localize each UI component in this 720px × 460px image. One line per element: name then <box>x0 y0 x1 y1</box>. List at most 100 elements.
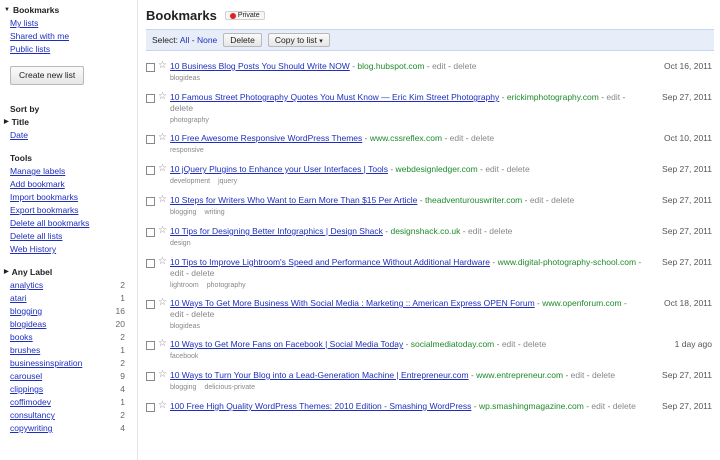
tool-delete-all-lists[interactable]: Delete all lists <box>10 231 62 241</box>
delete-link[interactable]: delete <box>170 103 193 113</box>
private-badge[interactable]: Private <box>224 11 265 20</box>
star-icon[interactable]: ☆ <box>158 298 167 308</box>
edit-link[interactable]: edit <box>468 226 482 236</box>
edit-link[interactable]: edit <box>432 61 446 71</box>
label-link[interactable]: atari <box>10 292 27 305</box>
delete-link[interactable]: delete <box>507 164 530 174</box>
delete-link[interactable]: delete <box>551 195 574 205</box>
star-icon[interactable]: ☆ <box>158 92 167 102</box>
any-label-header[interactable]: ▶ Any Label <box>4 266 133 279</box>
tool-manage-labels[interactable]: Manage labels <box>10 166 65 176</box>
tool-import-bookmarks[interactable]: Import bookmarks <box>10 192 78 202</box>
row-checkbox[interactable] <box>146 135 155 144</box>
label-link[interactable]: books <box>10 331 33 344</box>
row-checkbox[interactable] <box>146 403 155 412</box>
edit-link[interactable]: edit <box>170 309 184 319</box>
create-new-list-button[interactable]: Create new list <box>10 66 85 85</box>
link-shared-with-me[interactable]: Shared with me <box>10 31 69 41</box>
star-icon[interactable]: ☆ <box>158 226 167 236</box>
label-link[interactable]: carousel <box>10 370 42 383</box>
tag-label[interactable]: blogideas <box>170 323 200 330</box>
bookmarks-section-header[interactable]: ▼ Bookmarks <box>4 4 133 17</box>
delete-link[interactable]: delete <box>471 133 494 143</box>
label-link[interactable]: businessinspiration <box>10 357 82 370</box>
star-icon[interactable]: ☆ <box>158 164 167 174</box>
delete-link[interactable]: delete <box>592 370 615 380</box>
tool-delete-all-bookmarks[interactable]: Delete all bookmarks <box>10 218 89 228</box>
bookmark-title-link[interactable]: 10 Ways To Get More Business With Social… <box>170 298 535 308</box>
bookmark-title-link[interactable]: 10 jQuery Plugins to Enhance your User I… <box>170 164 388 174</box>
tag-label[interactable]: responsive <box>170 147 204 154</box>
label-link[interactable]: consultancy <box>10 409 55 422</box>
tag-label[interactable]: blogging <box>170 384 196 391</box>
row-checkbox[interactable] <box>146 166 155 175</box>
delete-link[interactable]: delete <box>523 339 546 349</box>
star-icon[interactable]: ☆ <box>158 401 167 411</box>
tool-export-bookmarks[interactable]: Export bookmarks <box>10 205 79 215</box>
star-icon[interactable]: ☆ <box>158 195 167 205</box>
tag-label[interactable]: blogideas <box>170 75 200 82</box>
row-checkbox[interactable] <box>146 372 155 381</box>
edit-link[interactable]: edit <box>591 401 605 411</box>
bookmark-title-link[interactable]: 10 Tips to Improve Lightroom's Speed and… <box>170 257 490 267</box>
row-checkbox[interactable] <box>146 228 155 237</box>
tag-label[interactable]: jquery <box>218 178 237 185</box>
delete-link[interactable]: delete <box>191 309 214 319</box>
bookmark-title-link[interactable]: 10 Ways to Get More Fans on Facebook | S… <box>170 339 403 349</box>
select-none-link[interactable]: None <box>197 35 217 45</box>
tag-label[interactable]: delicious-private <box>204 384 255 391</box>
tag-label[interactable]: photography <box>207 282 246 289</box>
edit-link[interactable]: edit <box>571 370 585 380</box>
tool-add-bookmark[interactable]: Add bookmark <box>10 179 65 189</box>
edit-link[interactable]: edit <box>502 339 516 349</box>
tag-label[interactable]: development <box>170 178 210 185</box>
delete-button[interactable]: Delete <box>223 33 262 47</box>
bookmark-title-link[interactable]: 10 Tips for Designing Better Infographic… <box>170 226 383 236</box>
star-icon[interactable]: ☆ <box>158 133 167 143</box>
row-checkbox[interactable] <box>146 197 155 206</box>
sort-option-date[interactable]: Date <box>10 130 28 140</box>
delete-link[interactable]: delete <box>613 401 636 411</box>
link-public-lists[interactable]: Public lists <box>10 44 50 54</box>
tag-label[interactable]: writing <box>204 209 224 216</box>
edit-link[interactable]: edit <box>485 164 499 174</box>
bookmark-title-link[interactable]: 10 Free Awesome Responsive WordPress The… <box>170 133 362 143</box>
delete-link[interactable]: delete <box>191 268 214 278</box>
star-icon[interactable]: ☆ <box>158 370 167 380</box>
row-checkbox[interactable] <box>146 94 155 103</box>
label-link[interactable]: analytics <box>10 279 43 292</box>
label-link[interactable]: coffimodev <box>10 396 51 409</box>
row-checkbox[interactable] <box>146 341 155 350</box>
tag-label[interactable]: blogging <box>170 209 196 216</box>
bookmark-title-link[interactable]: 100 Free High Quality WordPress Themes: … <box>170 401 471 411</box>
star-icon[interactable]: ☆ <box>158 257 167 267</box>
bookmark-title-link[interactable]: 10 Ways to Turn Your Blog into a Lead-Ge… <box>170 370 469 380</box>
tag-label[interactable]: photography <box>170 117 209 124</box>
tag-label[interactable]: lightroom <box>170 282 199 289</box>
label-link[interactable]: brushes <box>10 344 40 357</box>
edit-link[interactable]: edit <box>170 268 184 278</box>
row-checkbox[interactable] <box>146 259 155 268</box>
star-icon[interactable]: ☆ <box>158 339 167 349</box>
select-all-link[interactable]: All <box>180 35 189 45</box>
tool-web-history[interactable]: Web History <box>10 244 56 254</box>
star-icon[interactable]: ☆ <box>158 61 167 71</box>
edit-link[interactable]: edit <box>450 133 464 143</box>
edit-link[interactable]: edit <box>606 92 620 102</box>
copy-to-list-button[interactable]: Copy to list ▾ <box>267 33 330 47</box>
label-link[interactable]: blogging <box>10 305 42 318</box>
row-checkbox[interactable] <box>146 300 155 309</box>
bookmark-title-link[interactable]: 10 Steps for Writers Who Want to Earn Mo… <box>170 195 417 205</box>
bookmark-title-link[interactable]: 10 Business Blog Posts You Should Write … <box>170 61 350 71</box>
row-checkbox[interactable] <box>146 63 155 72</box>
delete-link[interactable]: delete <box>489 226 512 236</box>
edit-link[interactable]: edit <box>530 195 544 205</box>
label-link[interactable]: copywriting <box>10 422 53 435</box>
sort-option-title[interactable]: ▶ Title <box>4 116 133 129</box>
link-my-lists[interactable]: My lists <box>10 18 38 28</box>
delete-link[interactable]: delete <box>453 61 476 71</box>
tag-label[interactable]: design <box>170 240 191 247</box>
label-link[interactable]: clippings <box>10 383 43 396</box>
label-link[interactable]: blogideas <box>10 318 46 331</box>
bookmark-title-link[interactable]: 10 Famous Street Photography Quotes You … <box>170 92 499 102</box>
